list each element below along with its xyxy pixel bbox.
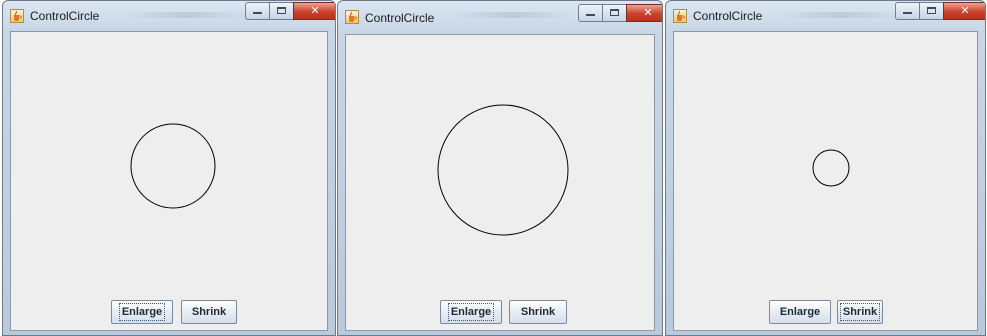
window-title: ControlCircle: [693, 9, 763, 23]
enlarge-button[interactable]: Enlarge: [769, 300, 831, 324]
minimize-button[interactable]: [245, 2, 269, 20]
maximize-icon: [927, 7, 936, 14]
circle-canvas: [437, 104, 569, 236]
minimize-icon: [586, 14, 595, 16]
close-icon: ✕: [643, 6, 653, 19]
close-button[interactable]: ✕: [626, 4, 662, 22]
java-cup-icon: [10, 9, 24, 23]
maximize-icon: [277, 7, 286, 14]
circle: [437, 104, 569, 236]
circle: [812, 149, 850, 187]
title-bar[interactable]: ControlCircle ✕: [3, 1, 335, 31]
enlarge-button[interactable]: Enlarge: [111, 300, 173, 324]
circle-canvas: [130, 123, 216, 209]
enlarge-button[interactable]: Enlarge: [440, 300, 502, 324]
maximize-button[interactable]: [269, 2, 293, 20]
close-icon: ✕: [310, 4, 320, 17]
circle: [130, 123, 216, 209]
window-title: ControlCircle: [365, 11, 435, 25]
close-button[interactable]: ✕: [943, 2, 985, 20]
title-smudge: [778, 12, 903, 18]
shrink-button[interactable]: Shrink: [181, 300, 237, 324]
minimize-button[interactable]: [895, 2, 919, 20]
minimize-icon: [903, 12, 912, 14]
circle-panel: Enlarge Shrink: [10, 31, 328, 331]
java-cup-icon: [673, 9, 687, 23]
title-smudge: [121, 12, 251, 18]
caption-buttons: ✕: [245, 2, 335, 20]
shrink-button-label: Shrink: [520, 306, 556, 318]
enlarge-button-label: Enlarge: [447, 303, 495, 321]
shrink-button-label: Shrink: [191, 306, 227, 318]
circle-panel: Enlarge Shrink: [345, 34, 655, 331]
circle-canvas: [812, 149, 850, 187]
maximize-button[interactable]: [919, 2, 943, 20]
circle-panel: Enlarge Shrink: [673, 31, 978, 331]
close-button[interactable]: ✕: [293, 2, 335, 20]
title-bar[interactable]: ControlCircle ✕: [666, 1, 985, 31]
caption-buttons: ✕: [895, 2, 985, 20]
shrink-button[interactable]: Shrink: [509, 300, 567, 324]
title-smudge: [453, 12, 573, 18]
maximize-button[interactable]: [602, 4, 626, 22]
close-icon: ✕: [960, 4, 970, 17]
control-circle-window-1: ControlCircle ✕ Enlarge Shrink: [2, 0, 336, 336]
caption-buttons: ✕: [578, 4, 662, 22]
maximize-icon: [610, 9, 619, 16]
enlarge-button-label: Enlarge: [118, 303, 166, 321]
control-circle-window-3: ControlCircle ✕ Enlarge Shrink: [665, 0, 986, 336]
enlarge-button-label: Enlarge: [779, 306, 821, 318]
window-title: ControlCircle: [30, 9, 100, 23]
shrink-button-label: Shrink: [839, 303, 881, 321]
title-bar[interactable]: ControlCircle ✕: [338, 1, 662, 31]
java-cup-icon: [345, 10, 359, 24]
minimize-button[interactable]: [578, 4, 602, 22]
control-circle-window-2: ControlCircle ✕ Enlarge Shrink: [337, 0, 663, 336]
minimize-icon: [253, 12, 262, 14]
shrink-button[interactable]: Shrink: [837, 300, 883, 324]
